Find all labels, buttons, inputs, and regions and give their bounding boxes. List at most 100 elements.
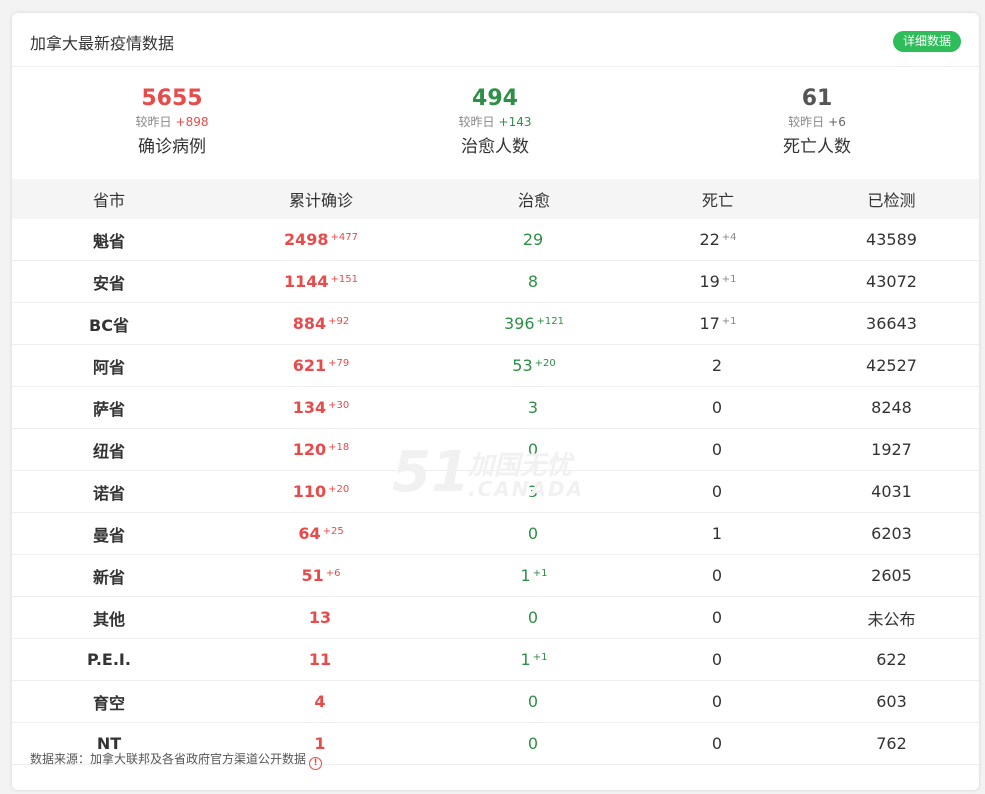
header-deaths: 死亡 — [632, 179, 804, 219]
recovered-value: 3 — [527, 482, 539, 501]
deaths-cell: 0 — [632, 680, 804, 723]
deaths-cell: 0 — [632, 470, 804, 513]
province-name: P.E.I. — [87, 650, 131, 669]
province-table: 省市 累计确诊 治愈 死亡 已检测 魁省 2498 +477 29 22 +4 43589 安… — [12, 179, 979, 765]
stat-recovered: 494 较昨日 +143 治愈人数 — [375, 85, 615, 158]
deaths-cell: 19 +1 — [632, 260, 804, 303]
deaths-value: 0 — [711, 566, 723, 585]
recovered-cell: 53 +20 — [436, 344, 632, 387]
tested-value: 1927 — [871, 440, 912, 459]
deaths-cell: 22 +4 — [632, 219, 804, 261]
recovered-cell: 8 — [436, 260, 632, 303]
province-cell: BC省 — [12, 302, 206, 345]
deaths-cell: 2 — [632, 344, 804, 387]
province-cell: 安省 — [12, 260, 206, 303]
data-card: 加拿大最新疫情数据 详细数据 5655 较昨日 +898 确诊病例 494 较昨日… — [12, 13, 979, 790]
confirmed-cell: 134 +30 — [206, 386, 436, 429]
table-row: 萨省 134 +30 3 0 8248 — [12, 386, 979, 429]
tested-cell: 622 — [804, 638, 979, 681]
stat-delta: 较昨日 +898 — [52, 114, 292, 130]
province-name: 诺省 — [92, 483, 125, 503]
recovered-value: 8 — [527, 272, 539, 291]
recovered-value: 1 — [520, 650, 531, 669]
recovered-cell: 3 — [436, 470, 632, 513]
province-cell: P.E.I. — [12, 638, 206, 681]
tested-value: 43072 — [866, 272, 917, 291]
deaths-value: 0 — [711, 692, 723, 711]
confirmed-delta: +477 — [330, 232, 358, 243]
table-row: 新省 51 +6 1 +1 0 2605 — [12, 554, 979, 597]
province-name: 育空 — [92, 693, 125, 713]
confirmed-value: 120 — [292, 440, 327, 459]
tested-cell: 603 — [804, 680, 979, 723]
stat-value: 5655 — [141, 86, 203, 111]
deaths-cell: 0 — [632, 638, 804, 681]
confirmed-value: 11 — [308, 650, 332, 669]
recovered-delta: +20 — [534, 358, 556, 369]
stat-delta: 较昨日 +6 — [697, 114, 937, 130]
tested-cell: 43589 — [804, 219, 979, 261]
recovered-value: 1 — [520, 566, 531, 585]
table-header-row: 省市 累计确诊 治愈 死亡 已检测 — [12, 179, 979, 219]
confirmed-cell: 884 +92 — [206, 302, 436, 345]
confirmed-value: 4 — [314, 692, 326, 711]
province-name: 萨省 — [92, 399, 125, 419]
confirmed-value: 621 — [292, 356, 327, 375]
recovered-delta: +1 — [532, 568, 548, 579]
province-cell: 纽省 — [12, 428, 206, 471]
tested-cell: 6203 — [804, 512, 979, 555]
card-title: 加拿大最新疫情数据 — [30, 34, 175, 53]
deaths-cell: 0 — [632, 722, 804, 765]
deaths-value: 0 — [711, 650, 723, 669]
deaths-cell: 0 — [632, 386, 804, 429]
province-name: 魁省 — [92, 231, 125, 251]
province-cell: 其他 — [12, 596, 206, 639]
confirmed-delta: +92 — [328, 316, 350, 327]
recovered-cell: 29 — [436, 219, 632, 261]
stat-deaths: 61 较昨日 +6 死亡人数 — [697, 85, 937, 158]
tested-value: 2605 — [871, 566, 912, 585]
confirmed-cell: 13 — [206, 596, 436, 639]
source-text: 数据来源：加拿大联邦及各省政府官方渠道公开数据 — [30, 752, 307, 766]
confirmed-cell: 2498 +477 — [206, 219, 436, 261]
stat-confirmed: 5655 较昨日 +898 确诊病例 — [52, 85, 292, 158]
delta-label: 较昨日 — [458, 115, 495, 129]
confirmed-delta: +151 — [330, 274, 358, 285]
recovered-value: 3 — [527, 398, 539, 417]
delta-value: +898 — [175, 115, 209, 129]
info-icon[interactable]: ! — [309, 757, 323, 770]
province-cell: 魁省 — [12, 219, 206, 261]
deaths-value: 19 — [699, 272, 720, 291]
confirmed-delta: +30 — [328, 400, 350, 411]
table-row: 纽省 120 +18 0 0 1927 — [12, 428, 979, 471]
confirmed-value: 110 — [292, 482, 327, 501]
deaths-value: 0 — [711, 608, 723, 627]
confirmed-cell: 120 +18 — [206, 428, 436, 471]
header-province: 省市 — [12, 179, 206, 219]
deaths-value: 0 — [711, 482, 723, 501]
deaths-value: 1 — [711, 524, 723, 543]
province-name: 安省 — [92, 273, 125, 293]
tested-value: 6203 — [871, 524, 912, 543]
deaths-value: 22 — [699, 230, 720, 249]
province-cell: 曼省 — [12, 512, 206, 555]
confirmed-delta: +6 — [325, 568, 341, 579]
recovered-value: 0 — [527, 734, 539, 753]
recovered-cell: 0 — [436, 428, 632, 471]
tested-cell: 4031 — [804, 470, 979, 513]
detail-data-button[interactable]: 详细数据 — [892, 31, 961, 52]
table-row: 魁省 2498 +477 29 22 +4 43589 — [12, 219, 979, 261]
table-row: 曼省 64 +25 0 1 6203 — [12, 512, 979, 555]
recovered-value: 0 — [527, 440, 539, 459]
tested-value: 603 — [876, 692, 907, 711]
confirmed-delta: +20 — [328, 484, 350, 495]
tested-value: 8248 — [871, 398, 912, 417]
header-tested: 已检测 — [804, 179, 979, 219]
tested-value: 43589 — [866, 230, 917, 249]
tested-cell: 未公布 — [804, 596, 979, 639]
province-cell: 诺省 — [12, 470, 206, 513]
confirmed-value: 2498 — [284, 230, 329, 249]
confirmed-cell: 110 +20 — [206, 470, 436, 513]
recovered-value: 0 — [527, 692, 539, 711]
deaths-cell: 1 — [632, 512, 804, 555]
